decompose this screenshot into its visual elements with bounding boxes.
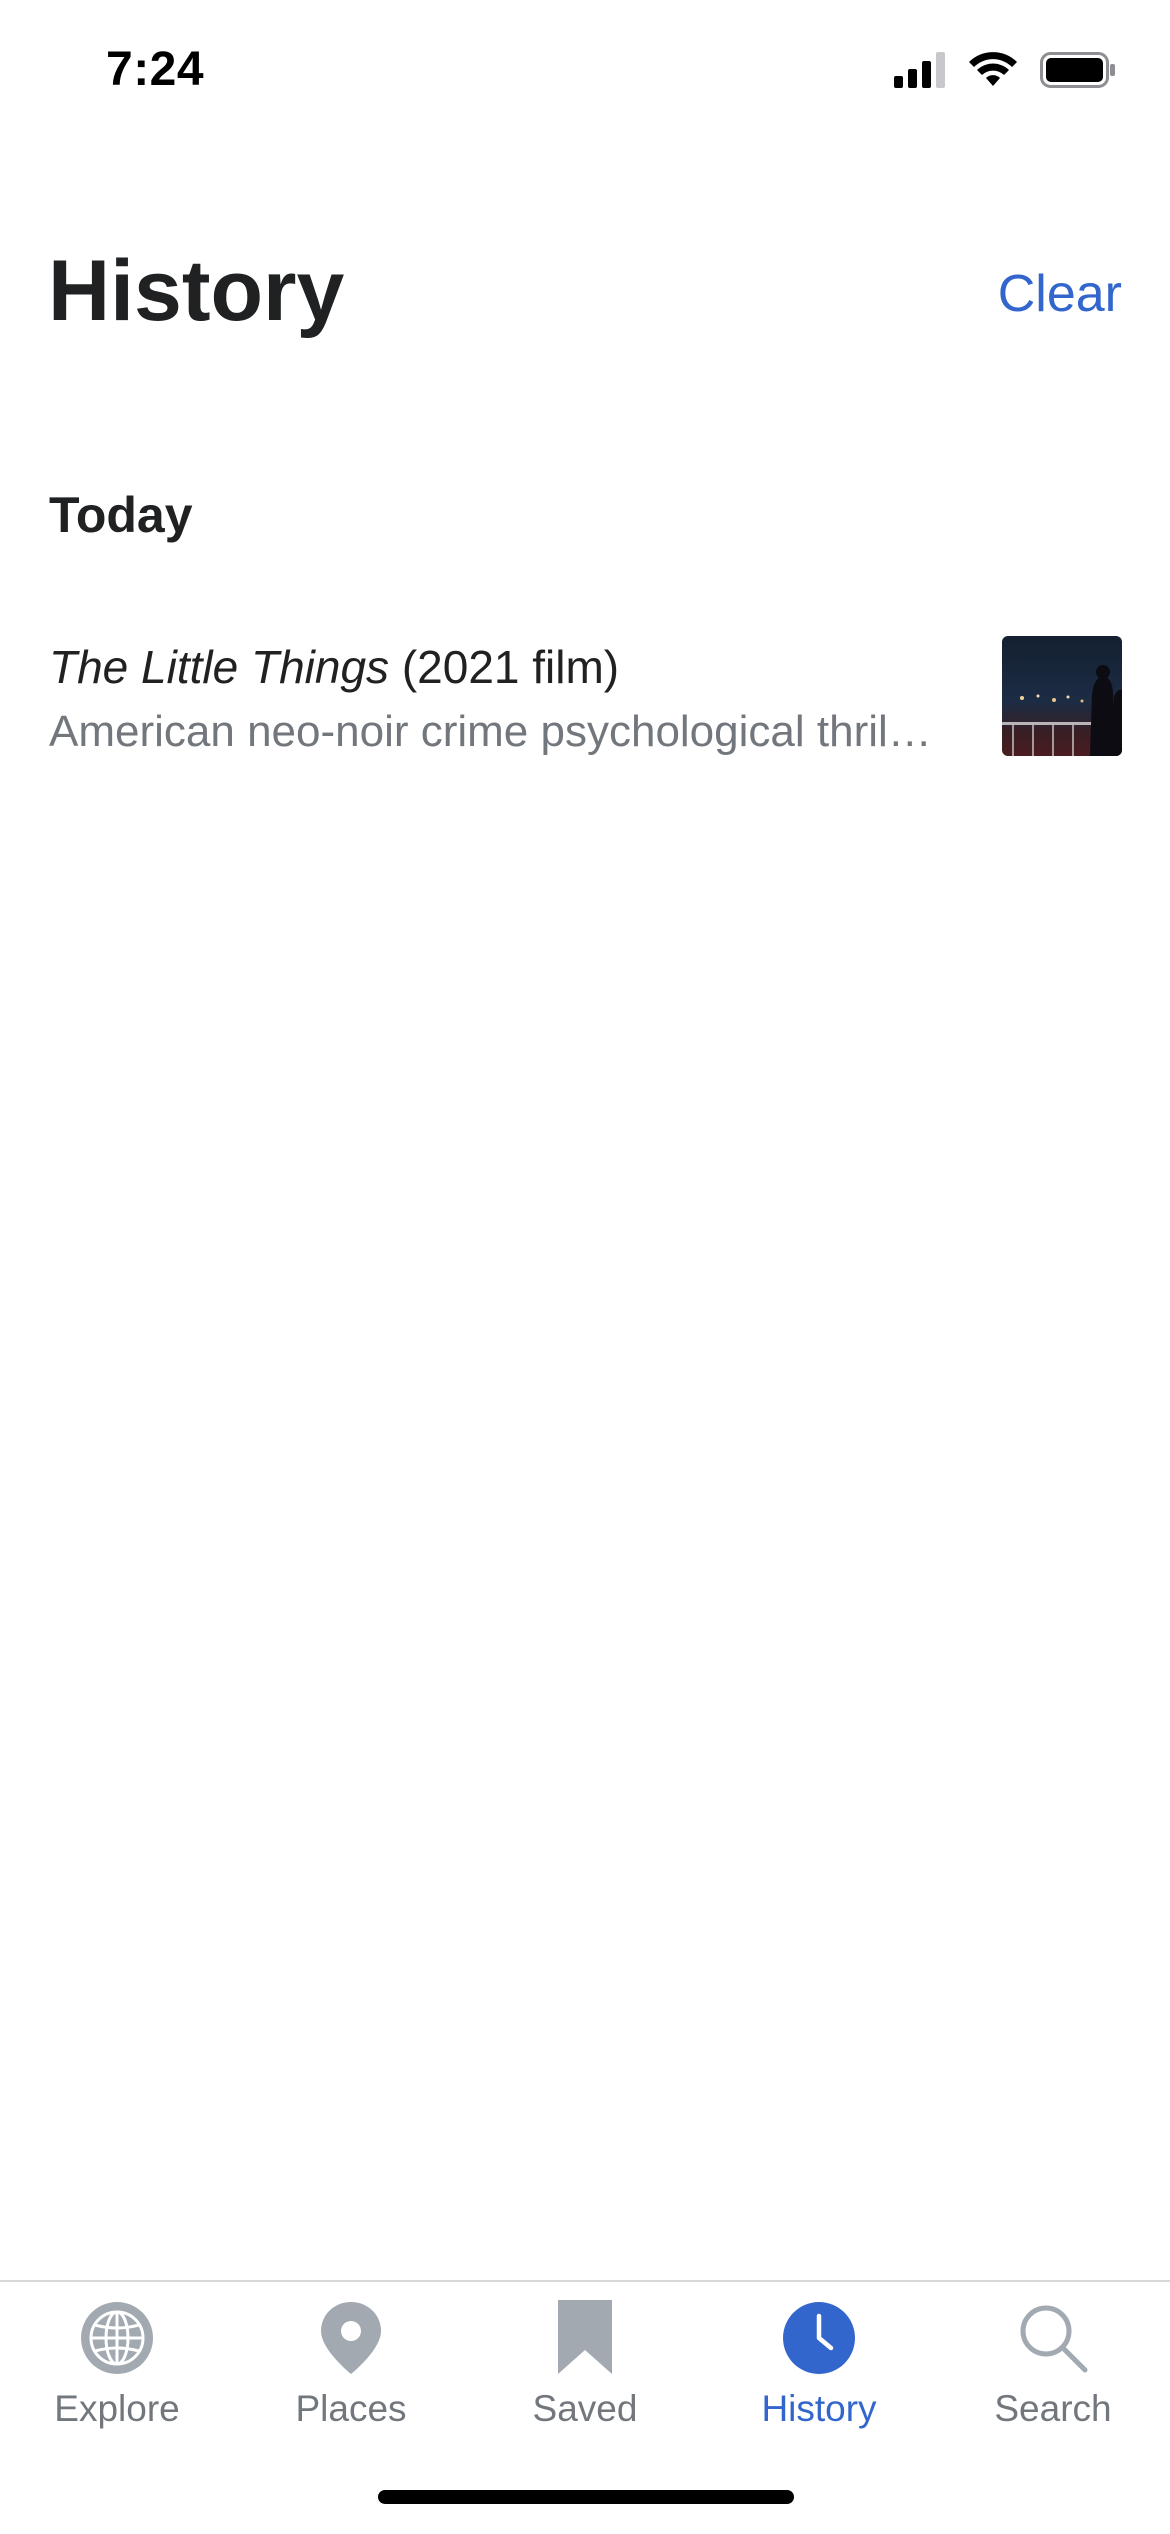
item-title-italic: The Little Things	[49, 641, 390, 693]
search-icon	[1020, 2305, 1088, 2373]
film-poster-thumbnail	[1002, 636, 1122, 756]
tab-places[interactable]: Places	[234, 2282, 468, 2482]
map-pin-icon	[321, 2302, 381, 2374]
tab-label: Search	[994, 2388, 1112, 2429]
tab-explore[interactable]: Explore	[0, 2282, 234, 2482]
tab-saved[interactable]: Saved	[468, 2282, 702, 2482]
home-indicator[interactable]	[378, 2490, 794, 2504]
item-title: The Little Things (2021 film)	[49, 640, 619, 695]
cellular-signal-icon	[894, 52, 945, 88]
tab-label: Explore	[54, 2388, 180, 2429]
clear-button[interactable]: Clear	[998, 268, 1122, 320]
tab-search[interactable]: Search	[936, 2282, 1170, 2482]
page-title: History	[48, 243, 345, 339]
item-description: American neo-noir crime psychological th…	[49, 707, 939, 756]
tab-label: Places	[295, 2388, 407, 2429]
clock-icon	[783, 2302, 855, 2374]
history-list-item[interactable]: The Little Things (2021 film) American n…	[0, 620, 1170, 770]
tab-history[interactable]: History	[702, 2282, 936, 2482]
item-title-rest: (2021 film)	[389, 641, 620, 693]
section-header-today: Today	[49, 487, 193, 543]
status-time: 7:24	[106, 43, 205, 96]
tab-label: Saved	[532, 2388, 638, 2429]
status-icons	[894, 52, 1116, 88]
bookmark-icon	[558, 2300, 612, 2374]
status-bar: 7:24	[0, 0, 1170, 140]
tab-label: History	[761, 2388, 877, 2429]
battery-icon	[1040, 52, 1115, 88]
wifi-icon	[969, 52, 1017, 86]
globe-icon	[81, 2302, 153, 2374]
